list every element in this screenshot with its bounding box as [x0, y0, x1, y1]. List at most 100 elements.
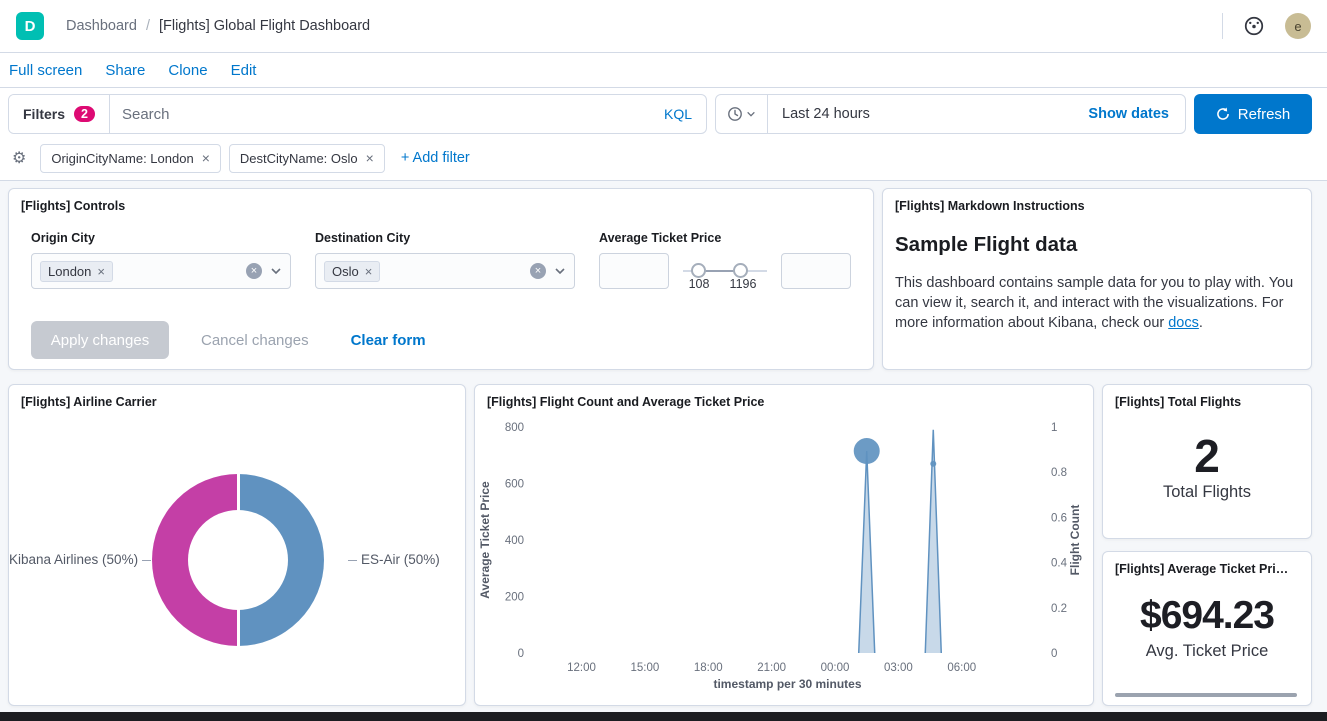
markdown-heading: Sample Flight data: [895, 233, 1077, 257]
add-filter-button[interactable]: + Add filter: [401, 150, 470, 166]
destination-city-combobox[interactable]: Oslo × ×: [315, 253, 575, 289]
clear-form-button[interactable]: Clear form: [351, 332, 426, 349]
origin-city-label: Origin City: [31, 231, 95, 245]
header: D Dashboard / [Flights] Global Flight Da…: [0, 0, 1327, 53]
svg-text:0: 0: [1051, 648, 1057, 660]
donut-label-es-air: ES-Air (50%): [348, 552, 440, 567]
svg-text:Average Ticket Price: Average Ticket Price: [478, 481, 492, 599]
app-logo[interactable]: D: [16, 12, 44, 40]
origin-city-tag: London ×: [40, 261, 113, 282]
edit-link[interactable]: Edit: [231, 62, 257, 79]
svg-text:06:00: 06:00: [947, 662, 976, 674]
filters-count-badge: 2: [74, 106, 95, 122]
flight-chart[interactable]: 020040060080000.20.40.60.8112:0015:0018:…: [475, 385, 1093, 705]
filters-dropdown-button[interactable]: Filters 2: [9, 95, 110, 133]
clear-selection-icon[interactable]: ×: [530, 263, 546, 279]
panel-title[interactable]: [Flights] Markdown Instructions: [895, 199, 1299, 213]
panel-title[interactable]: [Flights] Airline Carrier: [21, 395, 453, 409]
donut-label-kibana-airlines: Kibana Airlines (50%): [9, 552, 141, 567]
help-icon-glyph: [1243, 15, 1265, 37]
filter-pill-destination[interactable]: DestCityName: Oslo ×: [229, 144, 385, 173]
remove-tag-icon[interactable]: ×: [365, 264, 373, 279]
panel-flight-count-chart: 020040060080000.20.40.60.8112:0015:0018:…: [474, 384, 1094, 706]
clear-selection-icon[interactable]: ×: [246, 263, 262, 279]
markdown-text: This dashboard contains sample data for …: [895, 275, 1293, 331]
remove-filter-icon[interactable]: ×: [202, 150, 210, 166]
combo-icons: ×: [246, 263, 282, 279]
panel-title[interactable]: [Flights] Flight Count and Average Ticke…: [487, 395, 1081, 409]
dashboard-toolbar: Full screen Share Clone Edit: [0, 53, 1327, 88]
airline-donut-chart[interactable]: [152, 474, 324, 646]
help-icon[interactable]: [1243, 15, 1265, 37]
header-divider: [1222, 13, 1223, 39]
markdown-body: This dashboard contains sample data for …: [895, 273, 1297, 333]
bottom-window-edge: [0, 712, 1327, 721]
panel-title[interactable]: [Flights] Average Ticket Pri…: [1115, 562, 1299, 576]
controls-buttons: Apply changes Cancel changes Clear form: [31, 321, 426, 359]
cancel-changes-button[interactable]: Cancel changes: [201, 332, 309, 349]
donut-slice-gap: [237, 474, 240, 646]
chevron-down-icon[interactable]: [554, 265, 566, 277]
show-dates-button[interactable]: Show dates: [1088, 106, 1185, 122]
price-min-input[interactable]: [599, 253, 669, 289]
combo-icons: ×: [530, 263, 566, 279]
origin-city-tag-label: London: [48, 264, 91, 279]
clone-link[interactable]: Clone: [168, 62, 207, 79]
breadcrumb-dashboard-link[interactable]: Dashboard: [66, 18, 137, 34]
date-picker: Last 24 hours Show dates: [715, 94, 1186, 134]
filter-pill-origin[interactable]: OriginCityName: London ×: [40, 144, 221, 173]
panel-markdown-instructions: [Flights] Markdown Instructions Sample F…: [882, 188, 1312, 370]
destination-city-label: Destination City: [315, 231, 410, 245]
avatar[interactable]: e: [1285, 13, 1311, 39]
svg-text:Flight Count: Flight Count: [1068, 505, 1082, 576]
query-bar: Filters 2 KQL: [8, 94, 707, 134]
metric: $694.23 Avg. Ticket Price: [1103, 592, 1311, 661]
gear-icon[interactable]: ⚙: [12, 148, 26, 168]
svg-text:0.8: 0.8: [1051, 467, 1067, 479]
full-screen-link[interactable]: Full screen: [9, 62, 82, 79]
filters-label: Filters: [23, 106, 65, 122]
search-input[interactable]: [110, 106, 650, 123]
remove-filter-icon[interactable]: ×: [366, 150, 374, 166]
destination-city-tag: Oslo ×: [324, 261, 380, 282]
kql-button[interactable]: KQL: [650, 106, 706, 122]
metric-progress-bar: [1115, 693, 1297, 697]
price-max-value: 1196: [730, 277, 757, 291]
breadcrumb-separator: /: [146, 18, 150, 34]
panel-airline-carrier: [Flights] Airline Carrier Kibana Airline…: [8, 384, 466, 706]
docs-link[interactable]: docs: [1168, 315, 1199, 331]
price-range-controls: 108 1196: [599, 253, 851, 289]
panel-controls: [Flights] Controls Origin City London × …: [8, 188, 874, 370]
svg-text:0.6: 0.6: [1051, 512, 1067, 524]
price-range-slider[interactable]: 108 1196: [683, 253, 767, 289]
svg-text:timestamp per 30 minutes: timestamp per 30 minutes: [713, 677, 861, 691]
panel-total-flights: [Flights] Total Flights 2 Total Flights: [1102, 384, 1312, 539]
apply-changes-button[interactable]: Apply changes: [31, 321, 169, 359]
svg-text:800: 800: [505, 422, 524, 434]
filter-pill-label: DestCityName: Oslo: [240, 151, 358, 166]
svg-text:0.4: 0.4: [1051, 558, 1068, 570]
origin-city-combobox[interactable]: London × ×: [31, 253, 291, 289]
refresh-button[interactable]: Refresh: [1194, 94, 1312, 134]
chevron-down-icon: [746, 109, 756, 119]
svg-text:200: 200: [505, 592, 524, 604]
price-max-input[interactable]: [781, 253, 851, 289]
panel-title[interactable]: [Flights] Controls: [21, 199, 861, 213]
markdown-text: .: [1199, 315, 1203, 331]
price-min-value: 108: [689, 277, 710, 291]
time-picker-button[interactable]: [716, 95, 768, 133]
total-flights-value: 2: [1103, 431, 1311, 481]
destination-city-tag-label: Oslo: [332, 264, 359, 279]
time-range-value[interactable]: Last 24 hours: [768, 106, 1088, 122]
remove-tag-icon[interactable]: ×: [97, 264, 105, 279]
header-actions: e: [1222, 13, 1311, 39]
svg-text:00:00: 00:00: [821, 662, 850, 674]
slider-handle-min[interactable]: [691, 263, 706, 278]
share-link[interactable]: Share: [105, 62, 145, 79]
slider-handle-max[interactable]: [733, 263, 748, 278]
svg-text:0.2: 0.2: [1051, 603, 1067, 615]
panel-title[interactable]: [Flights] Total Flights: [1115, 395, 1299, 409]
page-title: [Flights] Global Flight Dashboard: [159, 18, 370, 34]
chevron-down-icon[interactable]: [270, 265, 282, 277]
clock-icon: [727, 106, 743, 122]
